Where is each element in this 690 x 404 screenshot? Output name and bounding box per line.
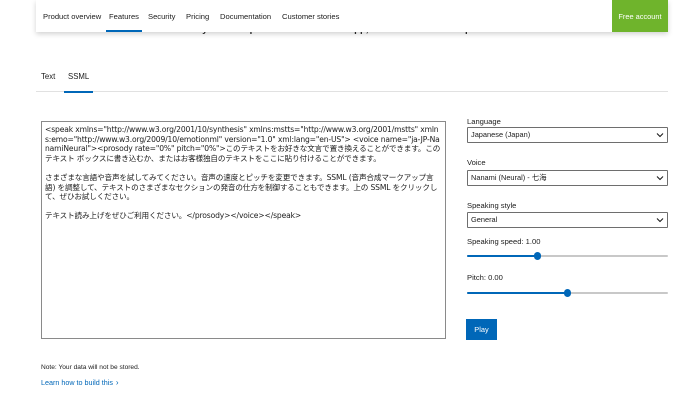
chevron-down-icon <box>656 176 664 181</box>
speaking-speed-label: Speaking speed: 1.00 <box>467 237 541 246</box>
tab-bar: Text SSML <box>36 66 668 93</box>
tab-ssml[interactable]: SSML <box>63 72 94 93</box>
nav-security[interactable]: Security <box>148 0 175 32</box>
slider-thumb[interactable] <box>533 252 542 260</box>
chevron-down-icon <box>656 218 664 223</box>
data-note: Note: Your data will not be stored. <box>41 364 140 371</box>
slider-fill <box>467 291 568 294</box>
pitch-slider[interactable] <box>467 288 668 298</box>
nav-customer-stories[interactable]: Customer stories <box>282 0 339 32</box>
pitch-label: Pitch: 0.00 <box>467 273 503 282</box>
tab-text[interactable]: Text <box>41 72 55 81</box>
ssml-paragraph: <speak xmlns="http://www.w3.org/2001/10/… <box>45 125 441 163</box>
chevron-right-icon: › <box>115 378 119 387</box>
free-account-button[interactable]: Free account <box>612 0 668 32</box>
play-button[interactable]: Play <box>466 319 497 340</box>
chevron-down-icon <box>656 133 664 138</box>
language-label: Language <box>467 117 501 126</box>
nav-pricing[interactable]: Pricing <box>186 0 209 32</box>
ssml-paragraph: テキスト読み上げをぜひご利用ください。</prosody></voice></s… <box>45 211 302 221</box>
language-select-value: Japanese (Japan) <box>471 130 531 139</box>
voice-select[interactable]: Nanami (Neural) - 七海 <box>467 170 668 186</box>
voice-label: Voice <box>467 158 486 167</box>
speaking-style-select[interactable]: General <box>467 212 668 228</box>
nav-product-overview[interactable]: Product overview <box>43 0 101 32</box>
speaking-speed-slider[interactable] <box>467 251 668 261</box>
speaking-style-label: Speaking style <box>467 201 517 210</box>
nav-documentation[interactable]: Documentation <box>220 0 271 32</box>
slider-fill <box>467 254 538 257</box>
ssml-paragraph: さまざまな言語や音声を試してみてください。音声の速度とピッチを変更できます。SS… <box>45 172 438 202</box>
top-navigation: Product overview Features Security Prici… <box>36 0 668 32</box>
ssml-textarea[interactable]: <speak xmlns="http://www.w3.org/2001/10/… <box>41 121 446 339</box>
slider-thumb[interactable] <box>563 289 572 297</box>
language-select[interactable]: Japanese (Japan) <box>467 127 668 143</box>
learn-how-link[interactable]: Learn how to build this › <box>41 378 119 387</box>
speaking-style-select-value: General <box>471 215 498 224</box>
learn-how-link-label: Learn how to build this <box>41 378 113 387</box>
voice-select-value: Nanami (Neural) - 七海 <box>471 173 547 182</box>
nav-features[interactable]: Features <box>106 0 142 32</box>
